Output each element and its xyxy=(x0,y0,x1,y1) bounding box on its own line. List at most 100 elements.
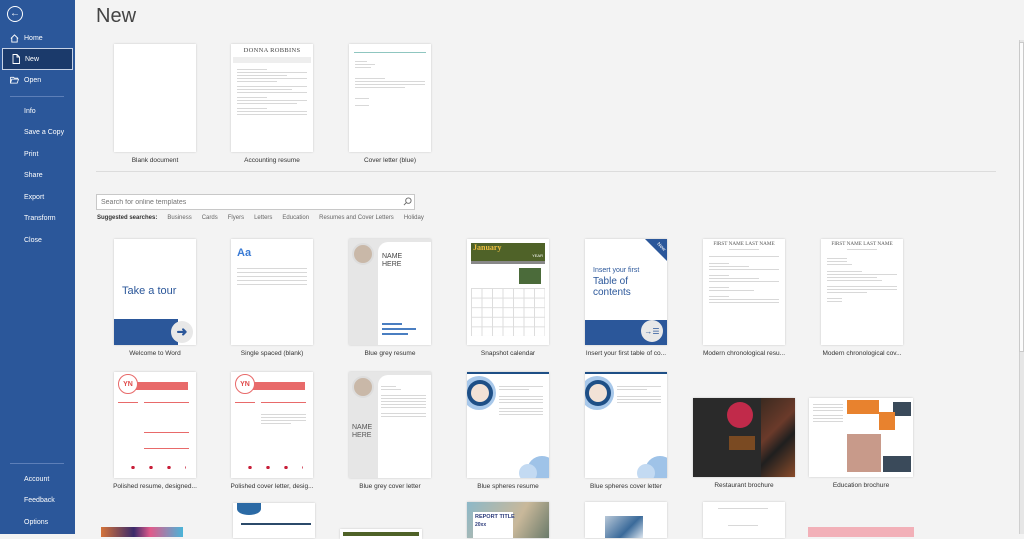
template-thumbnail-partial[interactable] xyxy=(233,503,315,538)
suggested-link-business[interactable]: Business xyxy=(167,215,191,221)
sidebar-item-account[interactable]: Account xyxy=(0,468,75,490)
sidebar-item-home[interactable]: Home xyxy=(0,27,75,49)
back-arrow-icon: ← xyxy=(10,8,20,19)
template-single-spaced[interactable]: Aa Single spaced (blank) xyxy=(222,239,322,357)
template-thumbnail-partial[interactable] xyxy=(703,502,785,538)
thumbnail-text: YN xyxy=(235,374,255,394)
template-label: Polished resume, designed... xyxy=(113,483,197,490)
template-polished-cover-letter[interactable]: YN Polished cover letter, desig... xyxy=(222,372,322,490)
sidebar-item-open[interactable]: Open xyxy=(0,69,75,91)
template-thumbnail: New Insert your first Table of contents … xyxy=(585,239,667,345)
template-education-brochure[interactable]: Education brochure xyxy=(802,372,920,489)
arrow-right-icon: ➜ xyxy=(171,321,193,343)
suggested-link-education[interactable]: Education xyxy=(282,215,309,221)
template-thumbnail: Take a tour ➜ xyxy=(114,239,196,345)
sidebar-divider xyxy=(10,96,64,97)
template-thumbnail-partial[interactable] xyxy=(340,529,422,539)
sidebar-item-label: Share xyxy=(24,171,43,179)
document-insert-icon: →☰ xyxy=(641,320,663,342)
template-label: Blank document xyxy=(131,157,179,164)
thumbnail-heading: FIRST NAME LAST NAME xyxy=(831,241,893,247)
template-label: Restaurant brochure xyxy=(714,482,774,489)
template-snapshot-calendar[interactable]: January YEAR Snapshot calendar xyxy=(458,239,558,357)
new-document-panel: New Blank document DONNA ROBBINS Account… xyxy=(75,0,1019,539)
template-blue-spheres-resume[interactable]: Blue spheres resume xyxy=(458,372,558,490)
template-thumbnail-partial[interactable] xyxy=(101,527,183,537)
thumbnail-subtext: 20xx xyxy=(475,522,487,528)
home-icon xyxy=(10,33,19,43)
template-cover-letter-blue[interactable]: Cover letter (blue) xyxy=(340,44,440,164)
thumbnail-heading: FIRST NAME LAST NAME xyxy=(713,241,775,247)
template-thumbnail-partial[interactable]: REPORT TITLE 20xx xyxy=(467,502,549,538)
template-modern-chronological-resume[interactable]: FIRST NAME LAST NAME Modern chronologica… xyxy=(694,239,794,357)
template-blank-document[interactable]: Blank document xyxy=(105,44,205,164)
thumbnail-subtext: YEAR xyxy=(532,253,543,258)
suggested-link-cards[interactable]: Cards xyxy=(202,215,218,221)
suggested-link-flyers[interactable]: Flyers xyxy=(228,215,244,221)
template-blue-grey-resume[interactable]: NAME HERE Blue grey resume xyxy=(340,239,440,357)
thumbnail-text: Aa xyxy=(237,247,252,259)
sidebar-item-info[interactable]: Info xyxy=(0,100,75,122)
sidebar-item-export[interactable]: Export xyxy=(0,186,75,208)
template-thumbnail: DONNA ROBBINS xyxy=(231,44,313,152)
scrollbar-thumb[interactable] xyxy=(1019,42,1024,352)
sidebar-item-label: New xyxy=(25,55,40,63)
template-restaurant-brochure[interactable]: Restaurant brochure xyxy=(685,372,803,489)
new-document-icon xyxy=(11,54,20,64)
template-label: Single spaced (blank) xyxy=(240,350,304,357)
sidebar-item-label: Save a Copy xyxy=(24,128,65,136)
template-label: Modern chronological resu... xyxy=(702,350,785,357)
template-search-input[interactable] xyxy=(97,198,400,206)
template-label: Cover letter (blue) xyxy=(363,157,417,164)
template-thumbnail xyxy=(114,44,196,152)
sidebar-item-transform[interactable]: Transform xyxy=(0,207,75,229)
suggested-link-letters[interactable]: Letters xyxy=(254,215,272,221)
template-modern-chronological-cover[interactable]: FIRST NAME LAST NAME Modern chronologica… xyxy=(812,239,912,357)
suggested-link-holiday[interactable]: Holiday xyxy=(404,215,424,221)
template-thumbnail: January YEAR xyxy=(467,239,549,345)
thumbnail-text: Take a tour xyxy=(122,285,177,297)
template-thumbnail-partial[interactable] xyxy=(808,527,914,537)
suggested-searches-label: Suggested searches: xyxy=(97,215,158,221)
template-thumbnail: FIRST NAME LAST NAME xyxy=(703,239,785,345)
section-divider xyxy=(96,171,996,172)
template-thumbnail xyxy=(349,44,431,152)
template-thumbnail xyxy=(809,398,913,477)
suggested-link-resumes-cover-letters[interactable]: Resumes and Cover Letters xyxy=(319,215,394,221)
template-thumbnail xyxy=(467,372,549,478)
template-label: Snapshot calendar xyxy=(480,350,536,357)
template-accounting-resume[interactable]: DONNA ROBBINS Accounting resume xyxy=(222,44,322,164)
search-icon[interactable] xyxy=(400,196,414,208)
sidebar-item-share[interactable]: Share xyxy=(0,164,75,186)
thumbnail-text: January xyxy=(473,243,502,252)
thumbnail-text: NAME HERE xyxy=(352,424,373,439)
template-label: Insert your first table of co... xyxy=(585,350,667,357)
template-blue-grey-cover-letter[interactable]: NAME HERE Blue grey cover letter xyxy=(340,372,440,490)
thumbnail-text: Insert your first xyxy=(593,267,640,274)
template-label: Blue grey resume xyxy=(364,350,416,357)
template-thumbnail-partial[interactable] xyxy=(585,502,667,538)
template-thumbnail: NAME HERE xyxy=(349,239,431,345)
sidebar-item-close[interactable]: Close xyxy=(0,229,75,251)
template-thumbnail: YN xyxy=(231,372,313,478)
sidebar-item-new[interactable]: New xyxy=(2,48,73,70)
template-polished-resume[interactable]: YN Polished resume, designed... xyxy=(105,372,205,490)
template-blue-spheres-cover-letter[interactable]: Blue spheres cover letter xyxy=(576,372,676,490)
template-insert-table-of-contents[interactable]: New Insert your first Table of contents … xyxy=(576,239,676,357)
sidebar-item-print[interactable]: Print xyxy=(0,143,75,165)
sidebar-item-label: Home xyxy=(24,34,43,42)
template-label: Welcome to Word xyxy=(129,350,181,357)
template-label: Blue grey cover letter xyxy=(359,483,421,490)
template-search-box[interactable] xyxy=(96,194,415,210)
sidebar-item-options[interactable]: Options xyxy=(0,511,75,533)
sidebar-divider xyxy=(10,463,64,464)
thumbnail-heading: DONNA ROBBINS xyxy=(243,47,301,54)
template-thumbnail: NAME HERE xyxy=(349,372,431,478)
sidebar-item-save-a-copy[interactable]: Save a Copy xyxy=(0,121,75,143)
template-welcome-to-word[interactable]: Take a tour ➜ Welcome to Word xyxy=(105,239,205,357)
sidebar-item-feedback[interactable]: Feedback xyxy=(0,489,75,511)
template-label: Blue spheres cover letter xyxy=(590,483,662,490)
back-button[interactable]: ← xyxy=(7,6,23,22)
sidebar-item-label: Feedback xyxy=(24,496,55,504)
template-label: Accounting resume xyxy=(244,157,300,164)
